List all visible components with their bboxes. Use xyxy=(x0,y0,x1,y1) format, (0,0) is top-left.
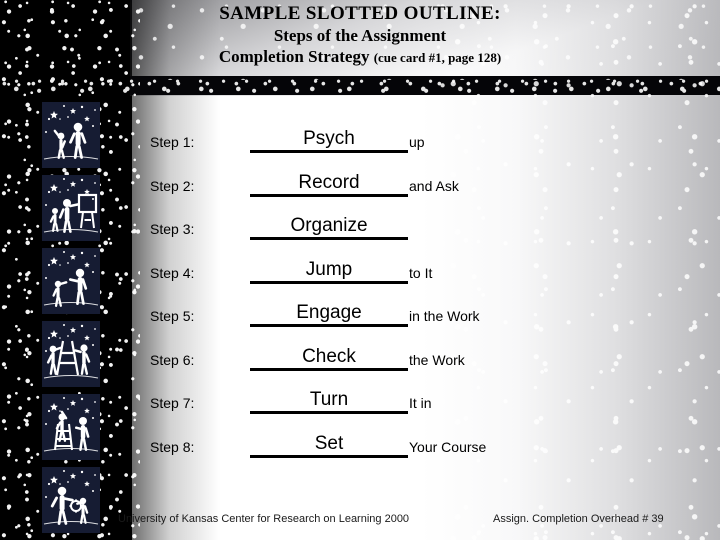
step-trailing-text: and Ask xyxy=(409,178,459,194)
step-answer-word: Engage xyxy=(296,302,362,323)
step-answer-word: Check xyxy=(302,346,356,367)
footer-attribution: University of Kansas Center for Research… xyxy=(118,513,410,525)
step-label: Step 3: xyxy=(150,221,195,237)
step-trailing-text: It in xyxy=(409,395,432,411)
step-label: Step 2: xyxy=(150,178,195,194)
step-label: Step 8: xyxy=(150,439,195,455)
step-answer-word: Record xyxy=(298,172,360,193)
step-row: Step 5: Engage in the Work xyxy=(150,287,480,327)
step-row: Step 7: Turn It in xyxy=(150,374,432,414)
step-answer-word: Set xyxy=(314,433,344,454)
step-trailing-text: up xyxy=(409,134,425,150)
step-answer-word: Organize xyxy=(290,215,368,236)
steps-list: Step 1: Psych up Step 2: Record and Ask Step 3… xyxy=(0,0,720,540)
step-answer-slot[interactable]: Turn xyxy=(250,389,408,414)
step-row: Step 2: Record and Ask xyxy=(150,157,459,197)
step-label: Step 6: xyxy=(150,352,195,368)
step-answer-slot[interactable]: Jump xyxy=(250,259,408,284)
step-answer-slot[interactable]: Psych xyxy=(250,128,408,153)
step-trailing-text xyxy=(408,237,409,240)
step-label: Step 1: xyxy=(150,134,195,150)
slide-footer: University of Kansas Center for Research… xyxy=(0,513,720,529)
step-row: Step 8: Set Your Course xyxy=(150,418,486,458)
step-row: Step 3: Organize xyxy=(150,200,409,240)
step-row: Step 4: Jump to It xyxy=(150,244,432,284)
slide-canvas: SAMPLE SLOTTED OUTLINE: Steps of the Ass… xyxy=(0,0,720,540)
step-label: Step 5: xyxy=(150,308,195,324)
step-answer-word: Psych xyxy=(303,128,355,149)
step-answer-slot[interactable]: Record xyxy=(250,172,408,197)
step-answer-slot[interactable]: Check xyxy=(250,346,408,371)
step-trailing-text: to It xyxy=(409,265,433,281)
step-row: Step 6: Check the Work xyxy=(150,331,465,371)
step-label: Step 4: xyxy=(150,265,195,281)
step-answer-slot[interactable]: Set xyxy=(250,433,408,458)
step-answer-word: Jump xyxy=(305,259,353,280)
footer-overhead-number: Assign. Completion Overhead # 39 xyxy=(493,513,664,525)
step-row: Step 1: Psych up xyxy=(150,113,425,153)
step-answer-slot[interactable]: Engage xyxy=(250,302,408,327)
step-label: Step 7: xyxy=(150,395,195,411)
step-trailing-text: Your Course xyxy=(409,439,487,455)
step-trailing-text: the Work xyxy=(409,352,465,368)
step-trailing-text: in the Work xyxy=(409,308,480,324)
step-answer-slot[interactable]: Organize xyxy=(250,215,408,240)
step-answer-word: Turn xyxy=(309,389,349,410)
